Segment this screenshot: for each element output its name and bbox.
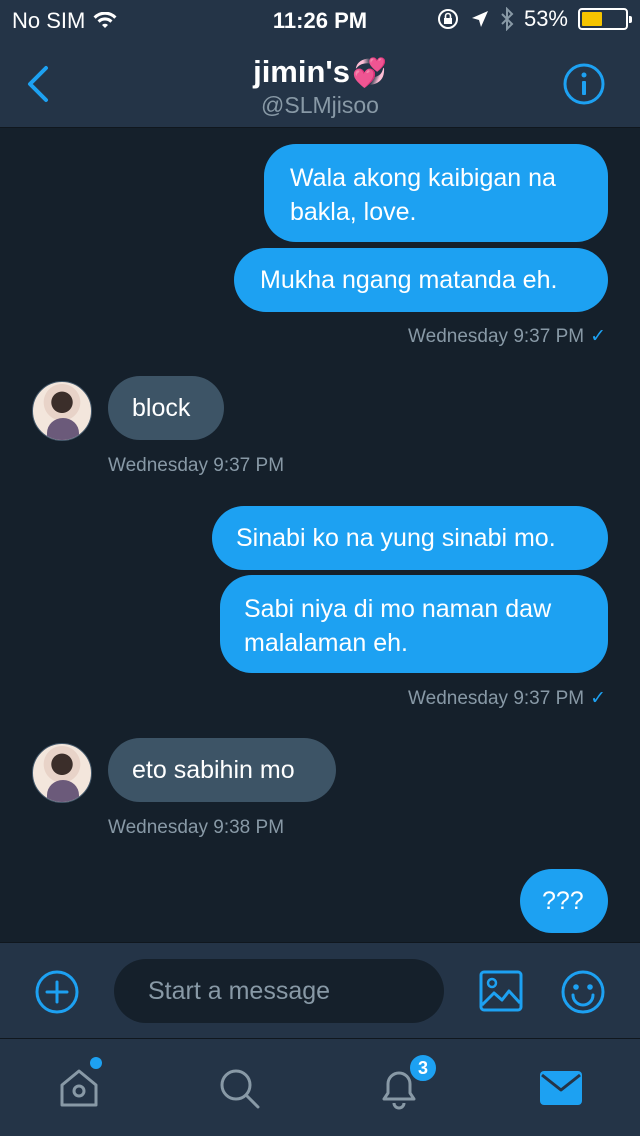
home-new-dot bbox=[90, 1057, 102, 1069]
battery-percent: 53% bbox=[523, 6, 568, 31]
message-timestamp: Wednesday 9:37 PM ✓ bbox=[408, 688, 606, 709]
tab-bar: 3 bbox=[0, 1038, 640, 1136]
messages-icon[interactable] bbox=[538, 1065, 584, 1111]
contact-handle: @SLMjisoo bbox=[261, 92, 379, 118]
message-bubble-outgoing[interactable]: Mukha ngang matanda eh. bbox=[234, 248, 608, 312]
read-check-icon: ✓ bbox=[590, 326, 606, 347]
message-timestamp: Wednesday 9:37 PM ✓ bbox=[408, 326, 606, 347]
message-bubble-outgoing[interactable]: Sabi niya di mo naman daw malalaman eh. bbox=[220, 575, 608, 673]
bluetooth-icon bbox=[501, 7, 514, 31]
search-icon[interactable] bbox=[216, 1065, 262, 1111]
avatar[interactable] bbox=[32, 381, 92, 441]
emoji-icon[interactable] bbox=[560, 969, 606, 1015]
message-bubble-outgoing[interactable]: Wala akong kaibigan na bakla, love. bbox=[264, 144, 608, 242]
contact-name: jimin's bbox=[253, 54, 351, 89]
image-icon[interactable] bbox=[478, 969, 524, 1013]
message-timestamp: Wednesday 9:38 PM bbox=[108, 817, 285, 838]
avatar[interactable] bbox=[32, 743, 92, 803]
location-icon bbox=[471, 11, 488, 27]
message-input[interactable] bbox=[114, 959, 444, 1023]
read-check-icon: ✓ bbox=[590, 688, 606, 709]
home-icon[interactable] bbox=[56, 1065, 102, 1111]
message-bubble-outgoing[interactable]: ??? bbox=[520, 869, 608, 933]
message-bubble-incoming[interactable]: eto sabihin mo bbox=[108, 738, 336, 802]
notifications-badge: 3 bbox=[408, 1053, 438, 1083]
status-bar: No SIM 11:26 PM 53% bbox=[0, 0, 640, 40]
message-timestamp: Wednesday 9:37 PM bbox=[108, 455, 285, 476]
heart-emoji-icon: 💞 bbox=[352, 56, 387, 88]
message-bubble-incoming[interactable]: block bbox=[108, 376, 224, 440]
message-composer bbox=[0, 942, 640, 1038]
battery-icon bbox=[578, 8, 632, 30]
nav-bar: jimin's 💞 @SLMjisoo bbox=[0, 40, 640, 128]
rotation-lock-icon bbox=[437, 9, 458, 29]
message-list[interactable]: Wala akong kaibigan na bakla, love. Mukh… bbox=[0, 129, 640, 942]
header: No SIM 11:26 PM 53% jimin's 💞 @SLMjisoo bbox=[0, 0, 640, 128]
conversation-title[interactable]: jimin's 💞 @SLMjisoo bbox=[0, 54, 640, 119]
message-bubble-outgoing[interactable]: Sinabi ko na yung sinabi mo. bbox=[212, 506, 608, 570]
info-button[interactable] bbox=[562, 62, 606, 106]
add-button[interactable] bbox=[34, 969, 80, 1015]
